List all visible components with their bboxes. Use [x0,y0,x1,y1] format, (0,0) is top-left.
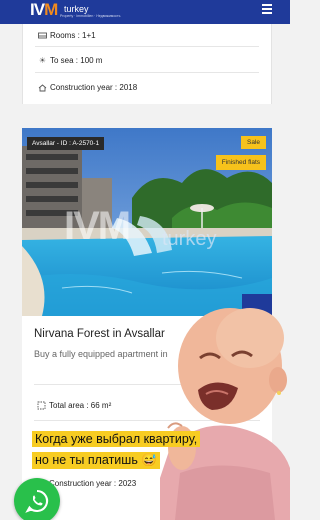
listing-subtitle: Buy a fully equipped apartment in [34,349,168,359]
crying-baby-sticker [160,298,290,520]
whatsapp-icon [25,489,49,513]
feature-construction-year-text: Construction year : 2023 [49,479,137,488]
feature-construction-year: Construction year : 2018 [38,83,137,92]
feature-rooms: Rooms : 1+1 [38,31,96,40]
hamburger-menu-icon[interactable] [262,4,272,14]
finished-flats-badge: Finished flats [215,155,266,170]
bed-icon [38,31,47,40]
logo-tagline: Property · Immobilien · Недвижимость [60,14,121,18]
watermark-word: turkey [162,228,217,250]
sale-badge: Sale [240,136,266,149]
divider [35,46,259,47]
listing-id-tag: Avsallar - ID : A-2570-1 [27,137,105,150]
listing-title[interactable]: Nirvana Forest in Avsallar [34,328,165,340]
site-logo[interactable]: IVM turkey Property · Immobilien · Недви… [30,0,120,21]
logo-mark: IVM [30,0,58,20]
logo-word: turkey [64,4,89,14]
listing-photo[interactable]: IVM turkey Avsallar - ID : A-2570-1 Sale… [22,128,272,316]
watermark-logo: IVM [64,204,131,248]
whatsapp-button[interactable] [14,478,60,520]
feature-total-area-text: Total area : 66 m² [49,401,112,410]
logo-mark-1: IV [30,0,45,19]
area-icon [37,401,46,410]
meme-caption-line-2: но не ты платишь 😅 [32,452,160,469]
feature-total-area: Total area : 66 m² [37,401,111,410]
feature-construction-year-text: Construction year : 2018 [50,83,138,92]
divider [35,72,259,73]
feature-sea-text: To sea : 100 m [50,56,103,65]
meme-caption-line-1: Когда уже выбрал квартиру, [32,431,201,447]
home-icon [38,83,47,92]
logo-mark-2: M [44,0,58,19]
feature-rooms-text: Rooms : 1+1 [50,31,96,40]
sun-icon: ☀ [38,56,47,65]
site-header: IVM turkey Property · Immobilien · Недви… [0,0,290,24]
listing-card-previous: Rooms : 1+1 ☀ To sea : 100 m Constructio… [22,24,272,104]
feature-sea: ☀ To sea : 100 m [38,56,103,65]
